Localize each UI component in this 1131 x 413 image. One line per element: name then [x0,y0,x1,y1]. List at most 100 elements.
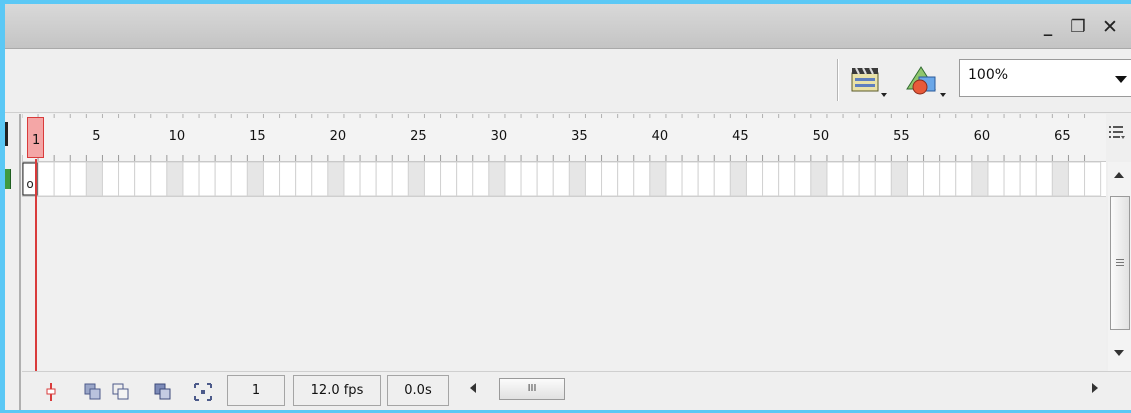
frame-cell[interactable] [987,162,1005,196]
frame-cell[interactable] [150,162,168,196]
frame-cell[interactable] [456,162,474,196]
frame-cell[interactable] [1067,162,1086,196]
frame-cell[interactable] [890,162,908,196]
empty-layer-area[interactable] [22,197,1106,370]
frame-cell[interactable] [311,162,329,196]
frame-cell[interactable] [375,162,393,196]
frame-cell[interactable] [568,162,586,196]
frame-cell[interactable] [214,162,232,196]
frame-cell[interactable] [198,162,216,196]
frame-cell[interactable] [118,162,136,196]
frame-cell[interactable] [697,162,715,196]
timeline-status-bar: 1 12.0 fps 0.0s III [22,371,1131,410]
onion-skin-outlines-icon[interactable] [110,381,132,403]
ruler-label: 45 [732,129,749,144]
close-button[interactable]: ✕ [1099,16,1121,38]
modify-onion-markers-icon[interactable] [192,381,214,403]
frame-cell[interactable] [37,162,55,196]
horizontal-scroll-thumb[interactable]: III [499,378,565,400]
frame-cell[interactable] [53,162,71,196]
frame-cell[interactable] [407,162,425,196]
frame-cell[interactable] [617,162,635,196]
frame-cell[interactable] [874,162,892,196]
frame-cells[interactable]: o [22,162,1106,196]
vertical-scroll-thumb[interactable] [1110,196,1130,330]
scroll-right-icon[interactable] [1092,383,1099,393]
frame-cell[interactable] [472,162,490,196]
frame-cell[interactable] [488,162,506,196]
ruler-label: 55 [893,129,910,144]
frame-cell[interactable] [1035,162,1053,196]
frame-cell[interactable] [955,162,973,196]
frame-ruler[interactable]: 5 10 15 20 25 30 35 40 45 50 55 60 65 [22,114,1106,162]
frame-cell[interactable] [279,162,297,196]
frame-cell[interactable] [584,162,603,196]
frame-cell[interactable] [971,162,989,196]
frame-cell[interactable] [101,162,120,196]
minimize-button[interactable]: _ [1037,16,1059,38]
zoom-select[interactable]: 100% [959,59,1131,97]
frame-cell[interactable] [536,162,554,196]
scroll-left-icon[interactable] [470,383,477,393]
frame-cell[interactable] [745,162,764,196]
frame-rate-field[interactable]: 12.0 fps [293,375,381,406]
frame-cell[interactable] [906,162,925,196]
scroll-up-icon[interactable] [1114,172,1124,179]
frame-cell[interactable] [1019,162,1037,196]
frame-cell[interactable] [794,162,812,196]
frame-cell[interactable] [359,162,377,196]
scroll-down-icon[interactable] [1114,350,1124,357]
ruler-label: 5 [92,129,101,144]
timeline-options-icon[interactable] [1109,126,1125,140]
frame-cell[interactable] [842,162,860,196]
timeline-toolbar: 100% [5,49,1131,113]
frame-cell[interactable] [85,162,103,196]
frame-cell[interactable] [423,162,442,196]
center-frame-icon[interactable] [40,381,62,403]
frame-cell[interactable] [762,162,780,196]
frame-cell[interactable] [1003,162,1021,196]
frame-cell[interactable] [681,162,699,196]
edit-scene-button[interactable] [848,63,888,99]
frame-cell[interactable] [923,162,941,196]
frame-cell[interactable] [166,162,184,196]
frame-cell[interactable] [440,162,458,196]
frame-cell[interactable] [713,162,731,196]
frame-cell[interactable] [665,162,683,196]
frame-cell[interactable] [1084,162,1102,196]
frame-cell[interactable] [295,162,313,196]
frame-cell[interactable] [391,162,409,196]
frame-cell[interactable] [778,162,796,196]
chevron-down-icon[interactable] [1115,76,1127,84]
frame-cell[interactable] [520,162,538,196]
frame-cell[interactable] [552,162,570,196]
frame-cell[interactable] [858,162,876,196]
edit-symbols-button[interactable] [903,61,947,99]
frame-cell[interactable] [649,162,667,196]
frame-cell[interactable] [1051,162,1069,196]
frame-cell[interactable] [729,162,747,196]
frame-cell[interactable] [246,162,264,196]
frame-cell[interactable] [826,162,844,196]
edit-multiple-frames-icon[interactable] [152,381,174,403]
vertical-scrollbar[interactable] [1108,162,1131,372]
panel-divider[interactable] [19,114,21,410]
frame-cell[interactable] [69,162,87,196]
frame-cell[interactable] [230,162,248,196]
onion-skin-icon[interactable] [82,381,104,403]
frame-cell[interactable] [182,162,200,196]
frame-cell[interactable] [633,162,651,196]
frame-cell[interactable] [262,162,281,196]
restore-button[interactable]: ❐ [1067,16,1089,38]
frame-cell[interactable] [939,162,957,196]
playhead[interactable]: 1 [27,117,44,158]
layer-frames-row[interactable]: o [22,162,1106,197]
frame-cell[interactable] [343,162,361,196]
layer-panel-edge [5,114,13,410]
frame-cell[interactable] [601,162,619,196]
frame-cell[interactable] [810,162,828,196]
frame-cell[interactable] [504,162,522,196]
elapsed-time-field: 0.0s [387,375,449,406]
frame-cell[interactable] [134,162,152,196]
frame-cell[interactable] [327,162,345,196]
